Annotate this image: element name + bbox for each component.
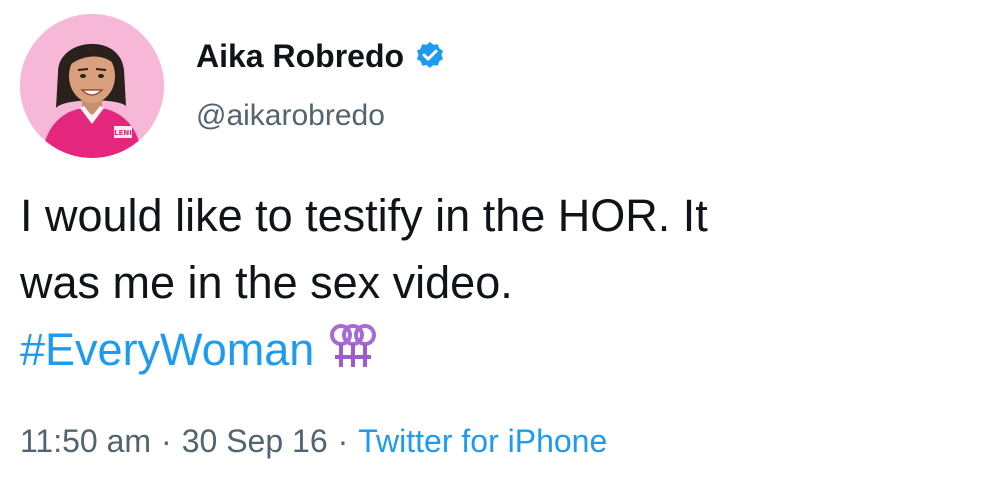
author-name-row: Aika Robredo xyxy=(196,34,446,78)
meta-separator: · xyxy=(337,423,349,459)
avatar[interactable]: LENI xyxy=(20,14,164,158)
shirt-logo-text: LENI xyxy=(114,129,132,137)
tweet-text: I would like to testify in the HOR. It w… xyxy=(20,182,970,383)
female-signs-icon xyxy=(326,321,380,371)
verified-badge-icon xyxy=(414,40,446,72)
tweet-text-line-1: I would like to testify in the HOR. It xyxy=(20,190,708,241)
display-name[interactable]: Aika Robredo xyxy=(196,34,404,78)
tweet-time[interactable]: 11:50 am xyxy=(20,423,151,459)
avatar-illustration: LENI xyxy=(20,14,164,158)
tweet-card: LENI Aika Robredo @aikarobredo I would l… xyxy=(0,0,994,486)
tweet-text-line-3: #EveryWoman xyxy=(20,316,970,383)
user-handle[interactable]: @aikarobredo xyxy=(196,96,385,136)
tweet-date[interactable]: 30 Sep 16 xyxy=(182,423,328,459)
tweet-source-link[interactable]: Twitter for iPhone xyxy=(358,423,607,459)
tweet-meta: 11:50 am · 30 Sep 16 · Twitter for iPhone xyxy=(20,418,607,464)
tweet-text-line-2: was me in the sex video. xyxy=(20,257,513,308)
hashtag-link[interactable]: #EveryWoman xyxy=(20,324,314,375)
meta-separator: · xyxy=(161,423,172,459)
